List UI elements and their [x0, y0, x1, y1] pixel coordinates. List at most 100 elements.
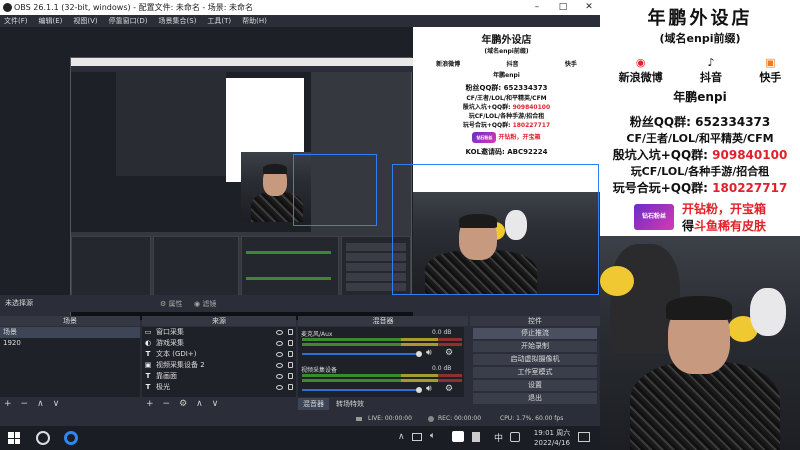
scenes-dock: 场景 场景 1920 + − ∧ ∨: [0, 316, 140, 412]
volume-slider-knob[interactable]: [416, 351, 422, 357]
studio-mode-button[interactable]: 工作室模式: [473, 367, 597, 378]
filters-button[interactable]: ◉ 滤镜: [194, 298, 216, 310]
sources-dock: 来源 ▭ 窗口采集 ◐ 游戏采集 T 文本 (GDI+) ▣ 视频采集设备 2 T 靠画面…: [142, 316, 296, 412]
start-recording-button[interactable]: 开始录制: [473, 341, 597, 352]
clock-date: 2022/4/16: [534, 439, 570, 447]
clock[interactable]: 19:01 周六 2022/4/16: [528, 428, 576, 448]
exit-button[interactable]: 退出: [473, 393, 597, 404]
maximize-button[interactable]: □: [552, 0, 574, 15]
preview-shop-subtitle: (域名enpi前缀): [484, 48, 529, 55]
add-source-button[interactable]: +: [146, 398, 154, 411]
tray-app-icon-2[interactable]: [472, 432, 480, 442]
tab-transitions[interactable]: 转场特效: [331, 398, 369, 410]
source-item[interactable]: T 靠画面: [142, 371, 296, 382]
window-title: OBS 26.1.1 (32-bit, windows) - 配置文件: 未命名…: [14, 3, 254, 12]
scene-item[interactable]: 1920: [0, 338, 140, 349]
visibility-icon[interactable]: [276, 374, 283, 379]
menu-file[interactable]: 文件(F): [4, 15, 28, 27]
source-item[interactable]: ◐ 游戏采集: [142, 338, 296, 349]
source-item[interactable]: ▣ 视频采集设备 2: [142, 360, 296, 371]
social-douyin: ♪ 抖音: [700, 56, 722, 85]
chevron-up-icon[interactable]: ∧: [398, 432, 405, 442]
move-up-icon[interactable]: ∧: [37, 398, 44, 411]
selection-outline[interactable]: [392, 164, 599, 295]
gear-icon[interactable]: ⚙: [445, 384, 453, 394]
windows-start-icon[interactable]: [8, 432, 20, 444]
settings-button[interactable]: 设置: [473, 380, 597, 391]
menu-scene-collection[interactable]: 场景集合(S): [159, 15, 197, 27]
clock-time: 19:01 周六: [533, 429, 571, 437]
window-capture-icon: ▭: [144, 328, 152, 336]
lock-icon[interactable]: [288, 340, 293, 346]
lock-icon[interactable]: [288, 362, 293, 368]
volume-slider[interactable]: [302, 353, 420, 355]
ime-icon[interactable]: [510, 432, 520, 442]
speaker-icon[interactable]: 🔊︎: [426, 348, 432, 358]
browser-taskbar-icon[interactable]: [64, 431, 78, 445]
source-item[interactable]: ▭ 窗口采集: [142, 327, 296, 338]
nested-preview: [71, 72, 377, 232]
virtual-camera-button[interactable]: 启动虚拟摄像机: [473, 354, 597, 365]
preview-kol-label: KOL邀请码:: [465, 148, 508, 156]
visibility-icon[interactable]: [276, 341, 283, 346]
source-item[interactable]: T 极光: [142, 382, 296, 393]
move-up-icon[interactable]: ∧: [196, 398, 203, 411]
mixer-dock-title: 混音器: [298, 316, 468, 326]
remove-scene-button[interactable]: −: [21, 398, 29, 411]
visibility-icon[interactable]: [276, 352, 283, 357]
controls-dock-title: 控件: [470, 316, 600, 326]
move-down-icon[interactable]: ∨: [53, 398, 60, 411]
speaker-icon[interactable]: 🔊︎: [426, 384, 432, 394]
nested-inner-screen: [116, 72, 226, 176]
minimize-button[interactable]: –: [526, 0, 548, 15]
visibility-icon[interactable]: [276, 385, 283, 390]
source-label: 极光: [156, 383, 170, 391]
menu-edit[interactable]: 编辑(E): [39, 15, 63, 27]
menu-help[interactable]: 帮助(H): [242, 15, 267, 27]
notification-icon[interactable]: [578, 432, 590, 442]
mixer-tabs: 混音器 转场特效: [298, 398, 369, 410]
close-button[interactable]: ✕: [578, 0, 600, 15]
webcam-feed: [600, 236, 800, 450]
volume-slider[interactable]: [302, 389, 420, 391]
network-icon[interactable]: [412, 433, 422, 441]
tray-app-icon[interactable]: [452, 431, 464, 442]
move-down-icon[interactable]: ∨: [212, 398, 219, 411]
properties-button[interactable]: ⚙ 属性: [160, 298, 183, 310]
preview-promo-1b: 开宝箱: [522, 134, 541, 141]
tab-mixer[interactable]: 混音器: [298, 398, 329, 410]
lock-icon[interactable]: [288, 329, 293, 335]
lock-icon[interactable]: [288, 373, 293, 379]
input-language[interactable]: 中: [494, 431, 503, 444]
stop-streaming-button[interactable]: 停止推流: [473, 328, 597, 339]
source-item[interactable]: T 文本 (GDI+): [142, 349, 296, 360]
volume-slider-knob[interactable]: [416, 387, 422, 393]
visibility-icon[interactable]: [276, 330, 283, 335]
obs-taskbar-icon[interactable]: [36, 431, 50, 445]
visibility-icon[interactable]: [276, 363, 283, 368]
menu-tools[interactable]: 工具(T): [207, 15, 231, 27]
diamond-fan-badge: 钻石粉丝: [633, 204, 674, 230]
preview-shop-title: 年鹏外设店: [481, 35, 532, 46]
gear-icon[interactable]: ⚙: [445, 348, 453, 358]
social-kuaishou: ▣ 快手: [759, 56, 781, 85]
kuaishou-icon: ▣: [765, 56, 776, 69]
source-status-bar: 未选择源 ⚙ 属性 ◉ 滤镜: [0, 295, 600, 312]
lock-icon[interactable]: [288, 384, 293, 390]
menu-docks[interactable]: 停靠窗口(D): [109, 15, 148, 27]
volume-icon[interactable]: 🔈︎: [430, 431, 435, 441]
lock-icon[interactable]: [288, 351, 293, 357]
gear-icon[interactable]: ⚙: [179, 398, 187, 411]
scene-item[interactable]: 场景: [0, 327, 140, 338]
scenes-dock-title: 场景: [0, 316, 140, 326]
sources-toolbar: + − ⚙ ∧ ∨: [142, 398, 218, 411]
menu-view[interactable]: 视图(V): [73, 15, 97, 27]
source-label: 视频采集设备 2: [156, 361, 205, 369]
add-scene-button[interactable]: +: [4, 398, 12, 411]
remove-source-button[interactable]: −: [163, 398, 171, 411]
window-titlebar: OBS 26.1.1 (32-bit, windows) - 配置文件: 未命名…: [0, 0, 600, 15]
preview-canvas[interactable]: 年鹏外设店 (域名enpi前缀) 新浪微博 抖音 快手 年鹏enpi 粉丝QQ群…: [0, 27, 600, 320]
weibo-icon: ◉: [635, 56, 646, 69]
pikachu-plush: [600, 266, 634, 296]
husky-plush: [750, 288, 786, 336]
